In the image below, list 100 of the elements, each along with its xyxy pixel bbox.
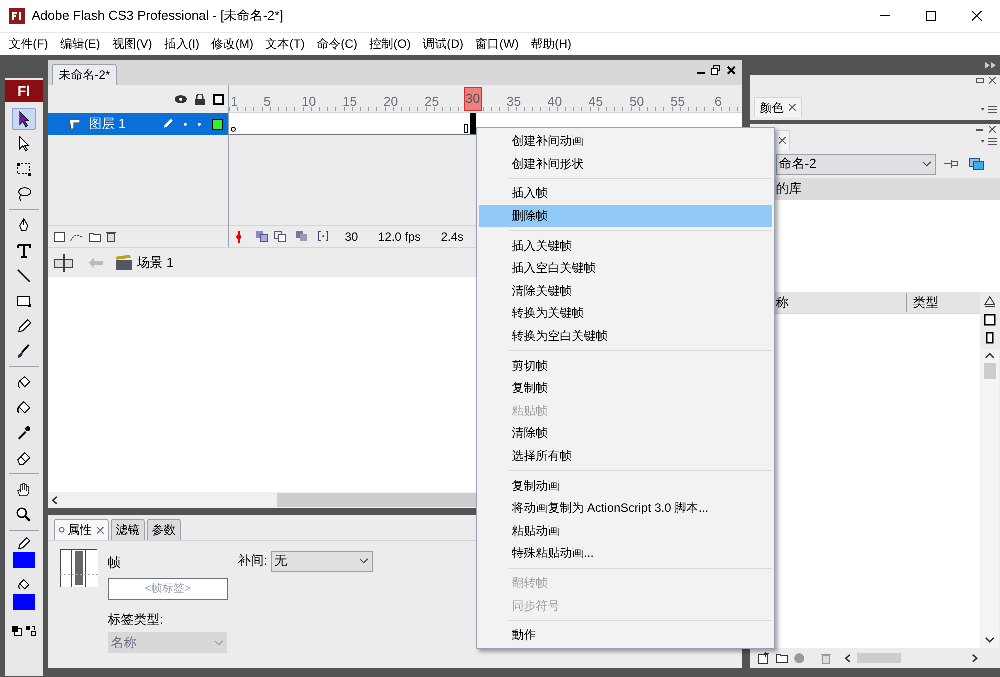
panel-menu-icon[interactable] (981, 138, 997, 146)
menu-item[interactable]: 剪切帧 (479, 354, 772, 377)
scroll-left-icon[interactable] (845, 654, 851, 662)
outline-icon[interactable] (213, 94, 224, 104)
line-icon (16, 268, 32, 284)
grip-icon (59, 527, 65, 533)
menu-item[interactable]: 调试(D) (416, 34, 470, 52)
layer-icon (70, 120, 80, 128)
close-icon[interactable] (727, 66, 736, 74)
menu-item[interactable]: 复制帧 (479, 376, 772, 400)
menu-item[interactable]: 视图(V) (106, 34, 158, 52)
close-icon (972, 11, 982, 21)
menu-item[interactable]: 窗口(W) (470, 34, 525, 52)
scrollbar-thumb[interactable] (857, 653, 901, 663)
menu-item[interactable]: 插入关键帧 (479, 234, 772, 257)
tween-dropdown[interactable]: 无 (270, 550, 373, 572)
trash-icon[interactable] (106, 231, 116, 242)
folder-icon[interactable] (776, 653, 788, 663)
pencil-icon (16, 318, 32, 334)
menu-item[interactable]: 转换为关键帧 (479, 302, 772, 325)
expand-icon[interactable] (985, 62, 996, 68)
elapsed-time: 2.4s (441, 228, 464, 246)
menu-item[interactable]: 特殊粘贴动画... (479, 542, 772, 565)
new-layer-icon[interactable] (54, 232, 65, 242)
default-colors-icon[interactable] (12, 626, 22, 636)
minimize-icon[interactable] (976, 126, 984, 133)
library-caption: 的库 (776, 180, 802, 198)
menu-item[interactable]: 修改(M) (206, 34, 260, 52)
onion-outline-icon[interactable] (274, 231, 286, 242)
menu-item[interactable]: 控制(O) (364, 34, 417, 52)
menu-item[interactable]: 复制动画 (479, 474, 772, 497)
panel-tab[interactable]: 属性 (54, 519, 109, 540)
menu-item[interactable]: 编辑(E) (54, 34, 106, 52)
wide-view-icon[interactable] (984, 314, 996, 326)
markers-icon[interactable] (318, 231, 329, 242)
frame-label-field[interactable]: <帧标签> (108, 578, 228, 600)
menu-item[interactable]: 创建补间动画 (479, 130, 772, 153)
menu-item[interactable]: 文本(T) (260, 34, 311, 52)
library-dropdown[interactable]: 命名-2 (776, 154, 936, 174)
new-symbol-icon[interactable] (758, 652, 770, 664)
edit-frames-icon[interactable] (296, 231, 308, 242)
narrow-view-icon[interactable] (986, 332, 994, 344)
pin-icon[interactable] (944, 158, 960, 170)
scroll-down-icon[interactable] (985, 637, 995, 643)
menu-item[interactable]: 清除帧 (479, 422, 772, 445)
lock-icon[interactable] (195, 94, 205, 104)
layer-row[interactable]: 图层 1 (48, 113, 228, 135)
panel-tab[interactable]: 参数 (147, 519, 181, 540)
scroll-up-icon[interactable] (985, 353, 995, 359)
menu-item[interactable]: 删除帧 (479, 204, 772, 228)
column-header[interactable]: 称 (776, 292, 906, 312)
document-tab[interactable]: 未命名-2* (52, 64, 118, 85)
scroll-left-icon[interactable] (52, 496, 58, 504)
swap-colors-icon[interactable] (26, 626, 36, 636)
current-frame: 30 (345, 228, 358, 246)
layer-name: 图层 1 (89, 115, 127, 134)
panel-menu-icon[interactable] (981, 106, 997, 114)
sort-icon[interactable] (984, 296, 996, 308)
scene-name[interactable]: 场景 1 (137, 252, 174, 272)
frame-number: 1 (231, 93, 238, 111)
menu-item[interactable]: 插入空白关键帧 (479, 256, 772, 280)
panel-tab[interactable]: 滤镜 (111, 519, 145, 540)
frame-number: 25 (424, 93, 440, 111)
layer-color-swatch[interactable] (212, 118, 223, 130)
menu-item[interactable]: 帮助(H) (524, 34, 578, 52)
menu-item[interactable]: 将动画复制为 ActionScript 3.0 脚本... (479, 496, 772, 520)
menu-item[interactable]: 命令(C) (310, 34, 364, 52)
folder-icon[interactable] (89, 232, 101, 242)
frame-number: 35 (506, 93, 522, 111)
new-library-icon[interactable] (969, 158, 984, 170)
restore-icon[interactable] (711, 65, 721, 75)
scroll-right-icon[interactable] (972, 654, 978, 662)
menu-item[interactable]: 清除关键帧 (479, 280, 772, 302)
menu-item[interactable]: 转换为空白关键帧 (479, 324, 772, 348)
close-icon[interactable] (989, 77, 996, 84)
menu-item[interactable]: 粘贴动画 (479, 520, 772, 542)
lasso-icon (16, 186, 32, 202)
close-icon[interactable] (989, 126, 996, 133)
column-header[interactable]: 类型 (906, 292, 939, 312)
center-frame-icon[interactable] (236, 230, 242, 242)
close-icon[interactable] (789, 104, 796, 111)
text-icon (16, 242, 32, 258)
menu-item[interactable]: 動作 (479, 624, 772, 646)
menu-item[interactable]: 创建补间形状 (479, 152, 772, 176)
frame-number: 40 (548, 93, 562, 111)
tool-button[interactable] (12, 108, 36, 130)
minimize-icon[interactable] (976, 77, 984, 84)
scrollbar-thumb[interactable] (984, 363, 996, 379)
menu-item[interactable]: 插入(I) (158, 34, 206, 52)
timeline-toggle-icon[interactable] (53, 254, 75, 272)
brush-icon (16, 342, 32, 358)
menu-item[interactable]: 选择所有帧 (479, 444, 772, 468)
fill-color-swatch[interactable] (13, 594, 35, 610)
menu-item[interactable]: 插入帧 (479, 182, 772, 205)
pencil-icon (163, 119, 173, 129)
eye-icon[interactable] (175, 94, 187, 104)
onion-skin-icon[interactable] (256, 231, 268, 242)
close-icon[interactable] (779, 137, 786, 144)
menu-item[interactable]: 文件(F) (3, 34, 54, 52)
stroke-color-swatch[interactable] (13, 552, 35, 568)
